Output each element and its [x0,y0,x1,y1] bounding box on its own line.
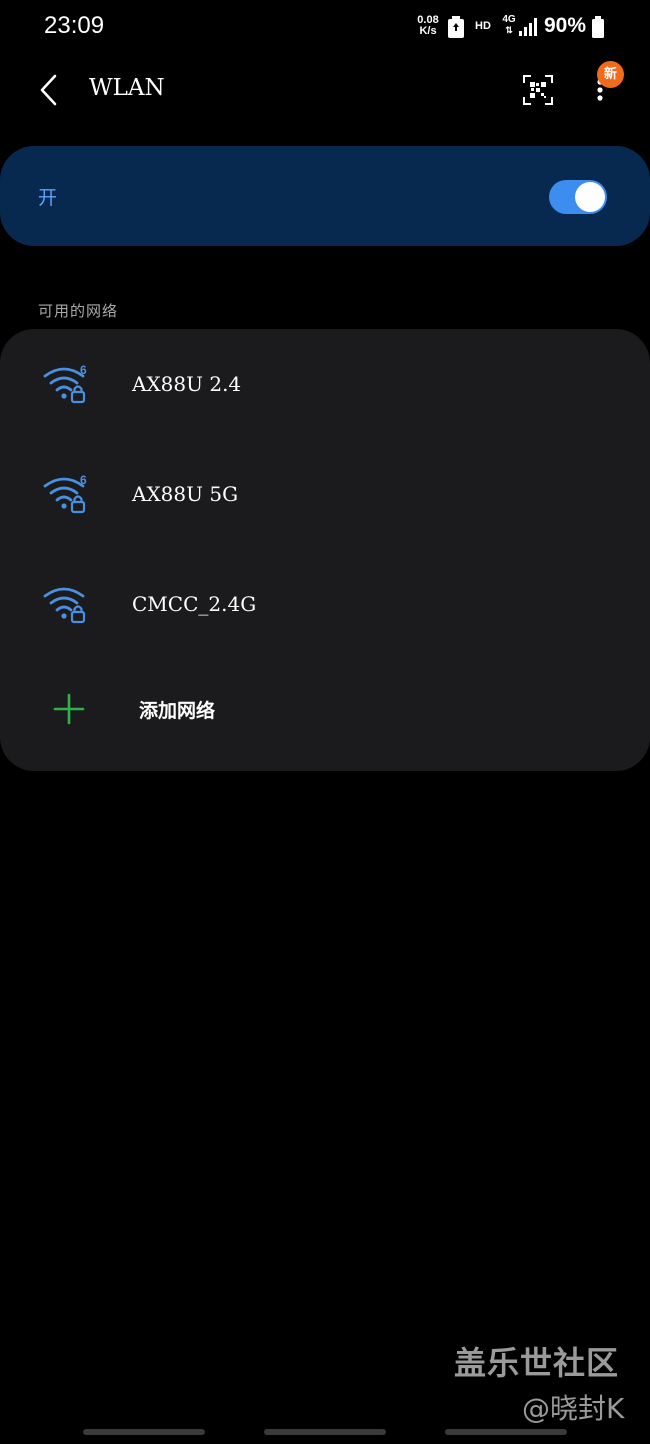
battery-percentage: 90% [544,14,587,37]
wlan-switch[interactable] [549,180,607,214]
status-bar: 23:09 0.08 K/s HD 4G ⇅ 90% [0,0,650,56]
network-speed-unit: K/s [419,25,437,37]
network-speed: 0.08 K/s [414,15,442,37]
nav-back-button[interactable] [445,1429,567,1435]
page-title: WLAN [89,75,165,101]
switch-knob [575,182,605,212]
wlan-toggle-label: 开 [38,187,58,209]
add-network-label: 添加网络 [139,700,216,722]
network-name: CMCC_2.4G [132,592,257,616]
svg-text:6: 6 [80,365,87,377]
wifi-6-locked-icon: 6 [43,365,87,404]
add-network-item[interactable]: 添加网络 [0,659,650,769]
new-badge: 新 [597,61,624,88]
nav-home-button[interactable] [264,1429,386,1435]
network-item-ax88u-2-4[interactable]: 6 AX88U 2.4 [0,329,650,439]
battery-saver-icon [448,16,464,38]
battery-icon [592,16,604,38]
signal-strength-icon [519,18,537,36]
svg-text:6: 6 [80,475,87,487]
status-time: 23:09 [44,12,105,39]
watermark-author: @晓封K [522,1392,625,1425]
network-item-cmcc-2-4g[interactable]: CMCC_2.4G [0,549,650,659]
network-type-text: 4G [502,14,516,25]
network-type-label: 4G ⇅ [500,14,518,36]
watermark-community: 盖乐世社区 [454,1344,620,1382]
back-button[interactable] [30,70,70,110]
data-arrows-icon: ⇅ [505,25,513,35]
wifi-6-locked-icon: 6 [43,475,87,514]
qr-code-scan-button[interactable] [522,74,554,106]
available-networks-header: 可用的网络 [38,302,119,320]
nav-recents-button[interactable] [83,1429,205,1435]
add-icon [53,693,85,725]
network-name: AX88U 5G [132,482,239,506]
wifi-locked-icon [43,587,86,624]
volte-hd-label: HD [475,20,491,32]
network-name: AX88U 2.4 [132,372,242,396]
network-list: 6 AX88U 2.4 6 AX88U 5G CMCC_2.4G 添加网络 [0,329,650,771]
network-item-ax88u-5g[interactable]: 6 AX88U 5G [0,439,650,549]
